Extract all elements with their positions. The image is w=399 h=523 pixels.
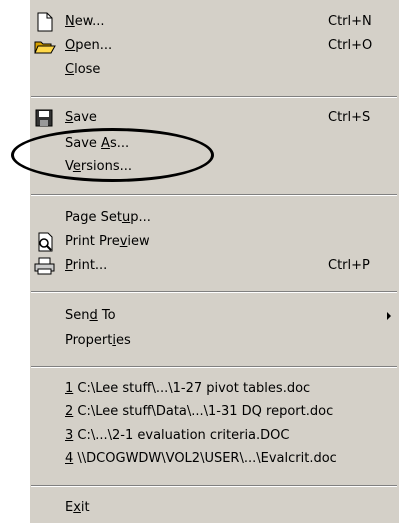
shortcut-label: Ctrl+P: [328, 258, 370, 273]
recent-file-4[interactable]: 4 \\DCOGWDW\VOL2\USER\...\Evalcrit.doc: [29, 448, 399, 470]
save-disk-icon: [33, 108, 57, 128]
menu-item-send-to[interactable]: Send To: [29, 305, 399, 327]
menu-separator: [31, 366, 397, 368]
file-menu: New... Ctrl+N Open... Ctrl+O Close Save …: [29, 0, 399, 523]
recent-file-1[interactable]: 1 C:\Lee stuff\...\1-27 pivot tables.doc: [29, 378, 399, 400]
print-preview-icon: [33, 232, 57, 252]
submenu-arrow-icon: [387, 312, 391, 320]
menu-item-page-setup[interactable]: Page Setup...: [29, 207, 399, 229]
recent-file-2[interactable]: 2 C:\Lee stuff\Data\...\1-31 DQ report.d…: [29, 401, 399, 423]
shortcut-label: Ctrl+N: [328, 14, 372, 29]
shortcut-label: Ctrl+O: [328, 38, 373, 53]
printer-icon: [33, 256, 57, 276]
document-background: [0, 0, 29, 523]
open-folder-icon: [33, 36, 57, 56]
menu-item-print-preview[interactable]: Print Preview: [29, 231, 399, 253]
menu-separator: [31, 485, 397, 487]
menu-item-open[interactable]: Open... Ctrl+O: [29, 35, 399, 57]
new-document-icon: [33, 12, 57, 32]
menu-separator: [31, 96, 397, 98]
menu-separator: [31, 194, 397, 196]
menu-item-new[interactable]: New... Ctrl+N: [29, 11, 399, 33]
menu-item-exit[interactable]: Exit: [29, 497, 399, 519]
shortcut-label: Ctrl+S: [328, 110, 371, 125]
menu-item-properties[interactable]: Properties: [29, 330, 399, 352]
recent-file-3[interactable]: 3 C:\...\2-1 evaluation criteria.DOC: [29, 425, 399, 447]
menu-separator: [31, 291, 397, 293]
menu-item-close[interactable]: Close: [29, 59, 399, 81]
highlight-circle-annotation: [11, 128, 214, 182]
menu-item-save[interactable]: Save Ctrl+S: [29, 107, 399, 129]
menu-item-print[interactable]: Print... Ctrl+P: [29, 255, 399, 277]
